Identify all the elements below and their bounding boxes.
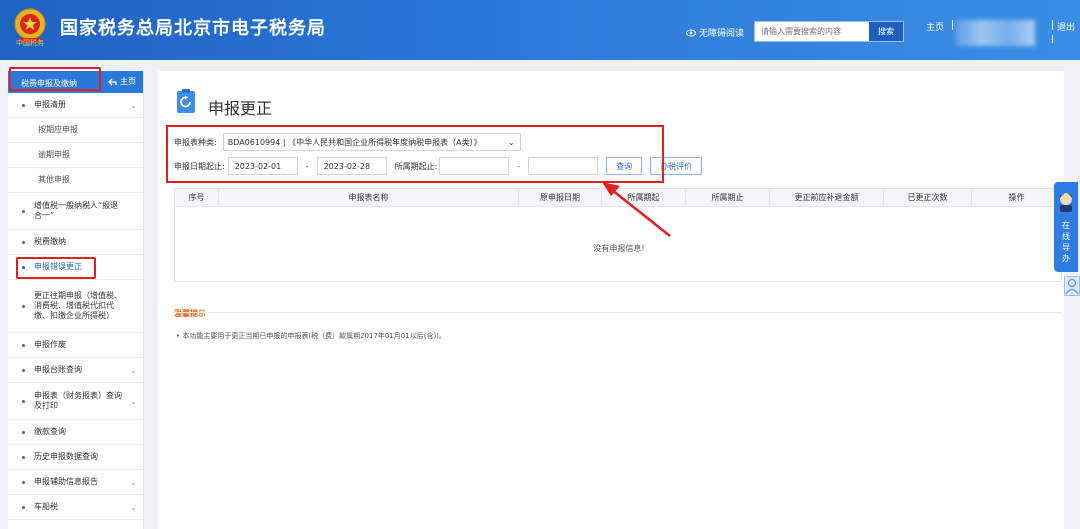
sidebar-item-label: 逾期申报 <box>38 150 70 159</box>
annotation-box-title <box>9 67 101 91</box>
bullet-icon <box>22 455 25 459</box>
bullet-icon <box>22 103 25 107</box>
sidebar-item-label: 车船税 <box>34 502 58 511</box>
user-name-blurred <box>955 20 1035 46</box>
sidebar-home-link[interactable]: 主页 <box>108 76 136 87</box>
online-guide-label: 在线导办 <box>1062 221 1070 263</box>
table-column-header: 已更正次数 <box>884 189 972 206</box>
sidebar-item-label: 更正往期申报（增值税、消费税、增值税代扣代缴、扣缴企业所得税） <box>34 291 122 320</box>
sidebar-item-label: 按期应申报 <box>38 125 78 134</box>
sidebar-item-label: 申报清册 <box>34 100 66 109</box>
table-column-header: 所属期起 <box>602 189 686 206</box>
sidebar-item[interactable]: 申报清册 ⌄ <box>8 93 143 118</box>
table-column-header: 原申报日期 <box>519 189 602 206</box>
bullet-icon <box>22 430 25 434</box>
eye-icon <box>686 29 696 36</box>
clipboard-refresh-icon <box>177 89 195 113</box>
home-link[interactable]: 主页 <box>926 20 944 33</box>
sidebar-item-label: 税费缴纳 <box>34 237 66 246</box>
table-column-header: 操作 <box>1008 193 1025 202</box>
sidebar-item[interactable]: 申报辅助信息报告 ⌄ <box>8 470 143 495</box>
sidebar-item-label: 申报辅助信息报告 <box>34 477 98 486</box>
back-arrow-icon <box>108 78 117 85</box>
chevron-down-icon: ⌄ <box>130 502 137 512</box>
bullet-icon <box>22 368 25 372</box>
sidebar-item[interactable]: 申报作废 <box>8 333 143 358</box>
sidebar-menu: 申报清册 ⌄ 按期应申报 逾期申报 其他申报 增值税一般纳税人“报退合一” 税费缴纳 申报错误… <box>8 93 143 520</box>
chevron-down-icon: ⌄ <box>130 100 137 110</box>
sidebar-item[interactable]: 申报台账查询 ⌄ <box>8 358 143 383</box>
table-column-header: 所属期止 <box>686 189 770 206</box>
search-box: 搜索 <box>754 21 904 42</box>
search-input[interactable] <box>755 22 869 41</box>
logout-link[interactable]: 退出 <box>1057 20 1075 33</box>
sidebar-item[interactable]: 缴款查询 <box>8 420 143 445</box>
sidebar-item-label: 申报作废 <box>34 340 66 349</box>
user-icon[interactable] <box>1064 276 1080 296</box>
chevron-down-icon: ⌄ <box>130 365 137 375</box>
divider <box>1052 35 1053 43</box>
divider <box>952 20 953 30</box>
sidebar: 税费申报及缴纳 主页 申报清册 ⌄ 按期应申报 逾期申报 其他申报 增值税一般纳税人“报退… <box>8 71 144 529</box>
bullet-icon <box>22 505 25 509</box>
bullet-icon <box>22 209 25 213</box>
sidebar-item-label: 增值税一般纳税人“报退合一” <box>34 201 119 220</box>
table-header: 序号 申报表名称 原申报日期 所属期起 所属期止 更正前应补退金额 已更正次数 操作 <box>175 189 1061 207</box>
page-title: 申报更正 <box>208 99 273 118</box>
sidebar-item-label: 申报表（财务报表）查询及打印 <box>34 391 122 410</box>
tips-text: • 本功能主要用于更正当期已申报的申报表(税（费）款属期2017年01月01以后… <box>176 332 446 340</box>
emblem-text: 中国税务 <box>16 39 44 47</box>
table-column-header: 申报表名称 <box>219 189 519 206</box>
divider <box>1052 20 1053 30</box>
annotation-box-active-item <box>16 257 96 279</box>
table-column-header: 更正前应补退金额 <box>770 189 884 206</box>
assistant-avatar-icon <box>1060 193 1072 212</box>
sidebar-item[interactable]: 历史申报数据查询 <box>8 445 143 470</box>
sidebar-item[interactable]: 更正往期申报（增值税、消费税、增值税代扣代缴、扣缴企业所得税） <box>8 280 143 333</box>
sidebar-item[interactable]: 税费缴纳 <box>8 230 143 255</box>
empty-message: 没有申报信息! <box>593 244 645 253</box>
tips-title: 温馨提示 <box>174 309 206 318</box>
online-guide-button[interactable]: 在线导办 <box>1054 182 1078 272</box>
results-table: 序号 申报表名称 原申报日期 所属期起 所属期止 更正前应补退金额 已更正次数 操作 没有申报… <box>174 188 1062 282</box>
chevron-down-icon: ⌄ <box>130 396 137 406</box>
chevron-down-icon: ⌄ <box>130 477 137 487</box>
bullet-icon <box>22 399 25 403</box>
tips-divider <box>174 312 1062 313</box>
annotation-box-form <box>166 125 664 183</box>
sidebar-item[interactable]: 逾期申报 <box>8 143 143 168</box>
bullet-icon <box>22 343 25 347</box>
sidebar-item[interactable]: 增值税一般纳税人“报退合一” <box>8 193 143 230</box>
bullet-icon <box>22 240 25 244</box>
sidebar-item-label: 历史申报数据查询 <box>34 452 98 461</box>
bullet-icon <box>22 304 25 308</box>
bullet-icon <box>22 480 25 484</box>
table-column-header: 序号 <box>175 189 219 206</box>
sidebar-item[interactable]: 申报表（财务报表）查询及打印 ⌄ <box>8 383 143 420</box>
accessibility-link[interactable]: 无障碍阅读 <box>686 26 744 39</box>
sidebar-item-label: 申报台账查询 <box>34 365 82 374</box>
sidebar-item-label: 其他申报 <box>38 175 70 184</box>
search-button[interactable]: 搜索 <box>869 22 903 41</box>
sidebar-home-label: 主页 <box>120 77 136 86</box>
sidebar-item[interactable]: 车船税 ⌄ <box>8 495 143 520</box>
site-title: 国家税务总局北京市电子税务局 <box>60 18 326 39</box>
sidebar-item-label: 缴款查询 <box>34 427 66 436</box>
top-header: 中国税务 国家税务总局北京市电子税务局 无障碍阅读 搜索 主页 退出 <box>0 0 1080 60</box>
accessibility-label: 无障碍阅读 <box>699 29 745 39</box>
sidebar-item[interactable]: 按期应申报 <box>8 118 143 143</box>
sidebar-item[interactable]: 其他申报 <box>8 168 143 193</box>
